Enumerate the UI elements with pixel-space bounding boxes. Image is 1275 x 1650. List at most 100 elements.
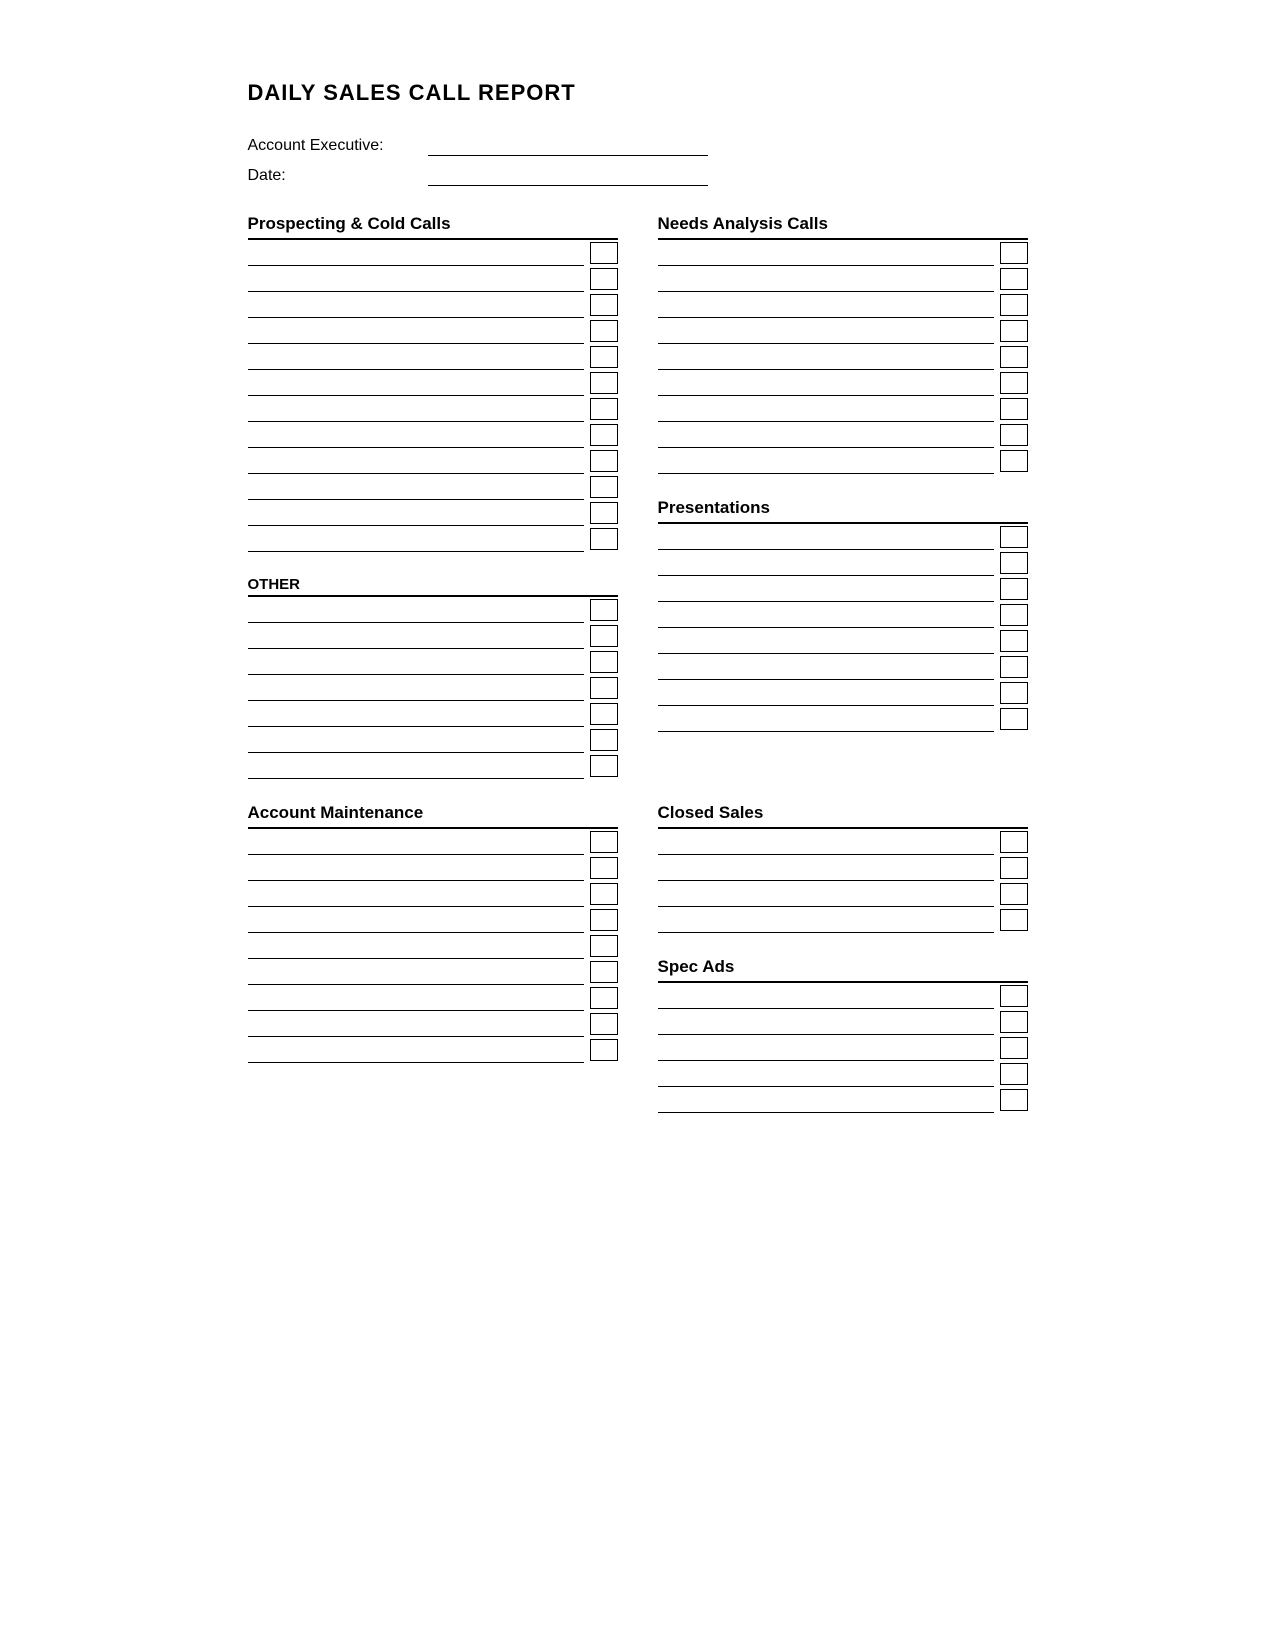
row-box[interactable] [1000, 294, 1028, 316]
row-line[interactable] [658, 855, 994, 881]
row-box[interactable] [1000, 909, 1028, 931]
row-line[interactable] [248, 985, 584, 1011]
row-box[interactable] [590, 651, 618, 673]
row-line[interactable] [658, 422, 994, 448]
row-box[interactable] [590, 346, 618, 368]
row-line[interactable] [248, 597, 584, 623]
row-line[interactable] [658, 1035, 994, 1061]
row-box[interactable] [1000, 526, 1028, 548]
row-line[interactable] [248, 959, 584, 985]
row-box[interactable] [1000, 424, 1028, 446]
row-box[interactable] [1000, 857, 1028, 879]
row-line[interactable] [658, 628, 994, 654]
row-line[interactable] [248, 649, 584, 675]
row-line[interactable] [248, 933, 584, 959]
row-box[interactable] [590, 528, 618, 550]
row-line[interactable] [248, 727, 584, 753]
row-line[interactable] [658, 576, 994, 602]
row-line[interactable] [248, 623, 584, 649]
row-box[interactable] [590, 476, 618, 498]
row-box[interactable] [1000, 450, 1028, 472]
row-line[interactable] [658, 448, 994, 474]
row-box[interactable] [1000, 656, 1028, 678]
row-line[interactable] [658, 1061, 994, 1087]
row-box[interactable] [1000, 1037, 1028, 1059]
row-box[interactable] [590, 703, 618, 725]
row-line[interactable] [658, 680, 994, 706]
row-box[interactable] [590, 831, 618, 853]
row-line[interactable] [248, 344, 584, 370]
row-box[interactable] [590, 729, 618, 751]
row-box[interactable] [590, 1039, 618, 1061]
row-line[interactable] [658, 266, 994, 292]
row-line[interactable] [658, 706, 994, 732]
row-line[interactable] [248, 240, 584, 266]
row-box[interactable] [590, 755, 618, 777]
row-line[interactable] [658, 318, 994, 344]
row-box[interactable] [1000, 831, 1028, 853]
row-line[interactable] [248, 829, 584, 855]
row-box[interactable] [1000, 630, 1028, 652]
row-box[interactable] [590, 450, 618, 472]
row-box[interactable] [590, 987, 618, 1009]
row-line[interactable] [248, 526, 584, 552]
row-box[interactable] [1000, 346, 1028, 368]
row-line[interactable] [248, 1037, 584, 1063]
row-line[interactable] [658, 396, 994, 422]
row-line[interactable] [248, 422, 584, 448]
row-box[interactable] [590, 961, 618, 983]
row-box[interactable] [590, 883, 618, 905]
row-line[interactable] [248, 907, 584, 933]
row-box[interactable] [590, 502, 618, 524]
row-line[interactable] [658, 344, 994, 370]
row-line[interactable] [658, 983, 994, 1009]
row-box[interactable] [590, 320, 618, 342]
row-box[interactable] [1000, 604, 1028, 626]
row-box[interactable] [1000, 682, 1028, 704]
row-box[interactable] [590, 372, 618, 394]
row-line[interactable] [248, 881, 584, 907]
row-box[interactable] [590, 677, 618, 699]
row-line[interactable] [658, 907, 994, 933]
row-line[interactable] [658, 829, 994, 855]
row-box[interactable] [1000, 242, 1028, 264]
row-line[interactable] [248, 675, 584, 701]
row-line[interactable] [248, 701, 584, 727]
row-line[interactable] [658, 881, 994, 907]
row-box[interactable] [590, 857, 618, 879]
row-line[interactable] [248, 318, 584, 344]
row-box[interactable] [590, 424, 618, 446]
row-line[interactable] [248, 370, 584, 396]
row-box[interactable] [590, 935, 618, 957]
row-box[interactable] [1000, 578, 1028, 600]
row-box[interactable] [590, 294, 618, 316]
account-executive-input[interactable] [428, 136, 708, 156]
row-box[interactable] [1000, 268, 1028, 290]
row-box[interactable] [1000, 372, 1028, 394]
row-box[interactable] [590, 268, 618, 290]
row-box[interactable] [1000, 985, 1028, 1007]
row-line[interactable] [248, 1011, 584, 1037]
row-line[interactable] [658, 370, 994, 396]
row-box[interactable] [1000, 320, 1028, 342]
row-box[interactable] [590, 242, 618, 264]
row-box[interactable] [590, 599, 618, 621]
row-box[interactable] [1000, 708, 1028, 730]
row-line[interactable] [658, 240, 994, 266]
row-line[interactable] [248, 292, 584, 318]
row-box[interactable] [590, 1013, 618, 1035]
row-box[interactable] [590, 909, 618, 931]
row-line[interactable] [248, 396, 584, 422]
row-line[interactable] [658, 1087, 994, 1113]
row-line[interactable] [248, 266, 584, 292]
date-input[interactable] [428, 166, 708, 186]
row-box[interactable] [1000, 883, 1028, 905]
row-line[interactable] [658, 292, 994, 318]
row-box[interactable] [590, 398, 618, 420]
row-line[interactable] [658, 654, 994, 680]
row-box[interactable] [1000, 1063, 1028, 1085]
row-line[interactable] [248, 474, 584, 500]
row-line[interactable] [248, 500, 584, 526]
row-line[interactable] [658, 550, 994, 576]
row-line[interactable] [248, 448, 584, 474]
